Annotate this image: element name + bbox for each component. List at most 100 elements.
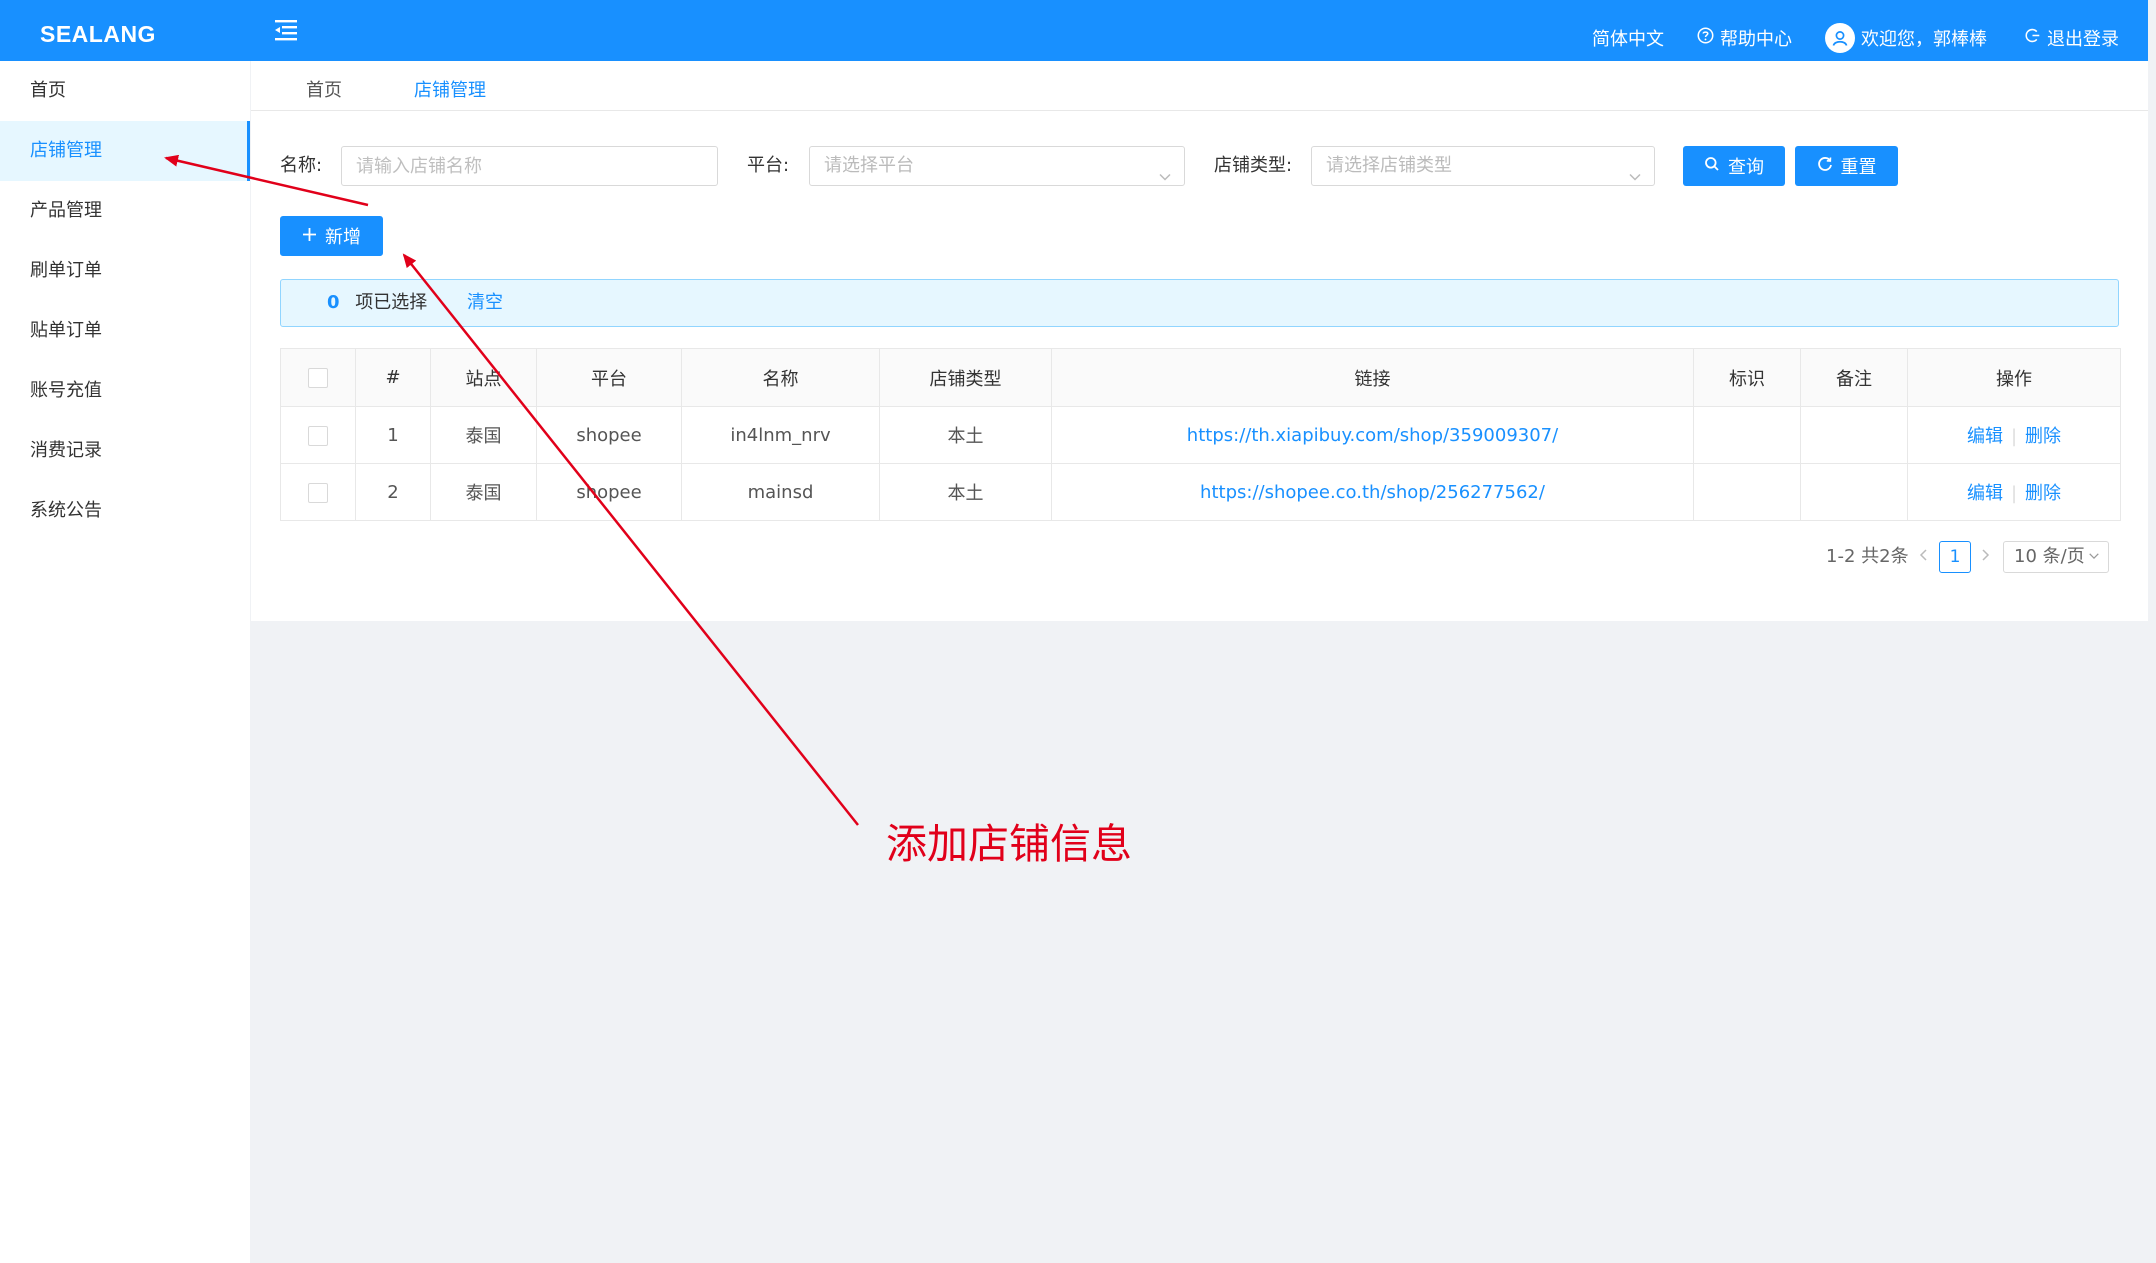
column-header: 操作 (1907, 348, 2121, 407)
sidebar-item-product-management[interactable]: 产品管理 (0, 181, 250, 241)
store-table: # 站点 平台 名称 店铺类型 链接 标识 备注 操作 1 泰国 shopee … (280, 348, 2121, 521)
row-mark (1693, 406, 1801, 464)
select-all-cell (280, 348, 356, 407)
clear-selection-link[interactable]: 清空 (467, 292, 503, 313)
sidebar-item-brush-orders[interactable]: 刷单订单 (0, 241, 250, 301)
menu-collapse-icon[interactable] (271, 15, 301, 45)
logout-icon (2024, 27, 2041, 49)
store-type-filter-label: 店铺类型: (1214, 155, 1293, 176)
plus-icon (302, 226, 317, 247)
sidebar-item-account-recharge[interactable]: 账号充值 (0, 361, 250, 421)
tabs-bar: 首页 店铺管理 (251, 61, 2148, 111)
tab-home[interactable]: 首页 (306, 61, 342, 110)
selected-count: 0 (327, 292, 340, 313)
action-divider: | (2010, 426, 2018, 447)
column-header: 平台 (536, 348, 682, 407)
annotation-text: 添加店铺信息 (886, 820, 1132, 868)
page-size-value: 10 条/页 (2014, 546, 2085, 567)
row-name: in4lnm_nrv (681, 406, 880, 464)
column-header: 备注 (1800, 348, 1908, 407)
row-store-type: 本土 (879, 463, 1052, 521)
column-header: 店铺类型 (879, 348, 1052, 407)
user-avatar-icon (1825, 23, 1855, 53)
platform-select[interactable]: 请选择平台 (809, 146, 1185, 186)
select-all-checkbox[interactable] (308, 368, 328, 388)
top-header: SEALANG 简体中文 帮助中心 欢迎您，郭棒棒 退出登录 (0, 0, 2148, 61)
row-mark (1693, 463, 1801, 521)
row-name: mainsd (681, 463, 880, 521)
sidebar-item-system-notice[interactable]: 系统公告 (0, 481, 250, 541)
row-index: 1 (355, 406, 431, 464)
chevron-down-icon (1628, 160, 1642, 198)
query-button[interactable]: 查询 (1683, 146, 1785, 186)
store-name-input[interactable] (341, 146, 718, 186)
sidebar-item-store-management[interactable]: 店铺管理 (0, 121, 250, 181)
row-link-cell: https://th.xiapibuy.com/shop/359009307/ (1051, 406, 1694, 464)
sidebar-menu: 首页 店铺管理 产品管理 刷单订单 贴单订单 账号充值 消费记录 系统公告 (0, 61, 250, 1263)
column-header: 名称 (681, 348, 880, 407)
row-checkbox[interactable] (308, 425, 328, 446)
delete-button[interactable]: 删除 (2025, 426, 2061, 447)
reset-button[interactable]: 重置 (1795, 146, 1898, 186)
table-row: 1 泰国 shopee in4lnm_nrv 本土 https://th.xia… (280, 406, 2121, 464)
row-platform: shopee (536, 406, 682, 464)
column-header: 链接 (1051, 348, 1694, 407)
reset-button-label: 重置 (1840, 157, 1877, 178)
row-index: 2 (355, 463, 431, 521)
table-row: 2 泰国 shopee mainsd 本土 https://shopee.co.… (280, 463, 2121, 521)
chevron-right-icon (1979, 546, 1991, 567)
row-select-cell (280, 463, 356, 521)
query-button-label: 查询 (1728, 157, 1764, 178)
search-icon (1704, 156, 1720, 177)
selected-text: 项已选择 (355, 292, 428, 313)
pagination-summary: 1-2 共2条 (1826, 546, 1909, 567)
edit-button[interactable]: 编辑 (1967, 426, 2003, 447)
row-site: 泰国 (430, 406, 537, 464)
delete-button[interactable]: 删除 (2025, 483, 2061, 504)
chevron-down-icon (2088, 542, 2100, 572)
chevron-left-icon (1918, 546, 1930, 567)
add-store-button[interactable]: 新增 (280, 216, 383, 256)
next-page-button[interactable] (1979, 541, 1991, 573)
sidebar-item-home[interactable]: 首页 (0, 61, 250, 121)
row-checkbox[interactable] (308, 482, 328, 503)
store-type-select[interactable]: 请选择店铺类型 (1311, 146, 1655, 186)
page-size-select[interactable]: 10 条/页 (2003, 541, 2109, 573)
page-number-button[interactable]: 1 (1939, 541, 1971, 573)
edit-button[interactable]: 编辑 (1967, 483, 2003, 504)
logout-label: 退出登录 (2047, 29, 2119, 50)
chevron-down-icon (1158, 160, 1172, 198)
row-note (1800, 463, 1908, 521)
row-site: 泰国 (430, 463, 537, 521)
row-link-cell: https://shopee.co.th/shop/256277562/ (1051, 463, 1694, 521)
sidebar-item-paste-orders[interactable]: 贴单订单 (0, 301, 250, 361)
help-center-label: 帮助中心 (1720, 29, 1792, 50)
store-link[interactable]: https://th.xiapibuy.com/shop/359009307/ (1187, 425, 1558, 446)
row-note (1800, 406, 1908, 464)
name-filter-label: 名称: (280, 155, 323, 176)
app-logo[interactable]: SEALANG (40, 0, 156, 61)
column-header: # (355, 348, 431, 407)
row-actions: 编辑 | 删除 (1907, 406, 2121, 464)
reload-icon (1817, 156, 1833, 177)
tab-store-management[interactable]: 店铺管理 (414, 61, 486, 110)
row-platform: shopee (536, 463, 682, 521)
prev-page-button[interactable] (1918, 541, 1930, 573)
add-store-button-label: 新增 (325, 227, 361, 248)
row-actions: 编辑 | 删除 (1907, 463, 2121, 521)
action-divider: | (2010, 483, 2018, 504)
language-label: 简体中文 (1592, 29, 1664, 50)
platform-filter-label: 平台: (747, 155, 790, 176)
question-circle-icon (1697, 27, 1714, 49)
welcome-text: 欢迎您，郭棒棒 (1861, 29, 1987, 50)
row-store-type: 本土 (879, 406, 1052, 464)
table-header-row: # 站点 平台 名称 店铺类型 链接 标识 备注 操作 (280, 348, 2121, 407)
store-type-select-placeholder: 请选择店铺类型 (1326, 155, 1452, 176)
column-header: 标识 (1693, 348, 1801, 407)
platform-select-placeholder: 请选择平台 (824, 155, 914, 176)
sidebar-item-consumption-records[interactable]: 消费记录 (0, 421, 250, 481)
selection-info-bar: 0 项已选择 清空 (280, 279, 2119, 327)
row-select-cell (280, 406, 356, 464)
column-header: 站点 (430, 348, 537, 407)
store-link[interactable]: https://shopee.co.th/shop/256277562/ (1200, 482, 1545, 503)
